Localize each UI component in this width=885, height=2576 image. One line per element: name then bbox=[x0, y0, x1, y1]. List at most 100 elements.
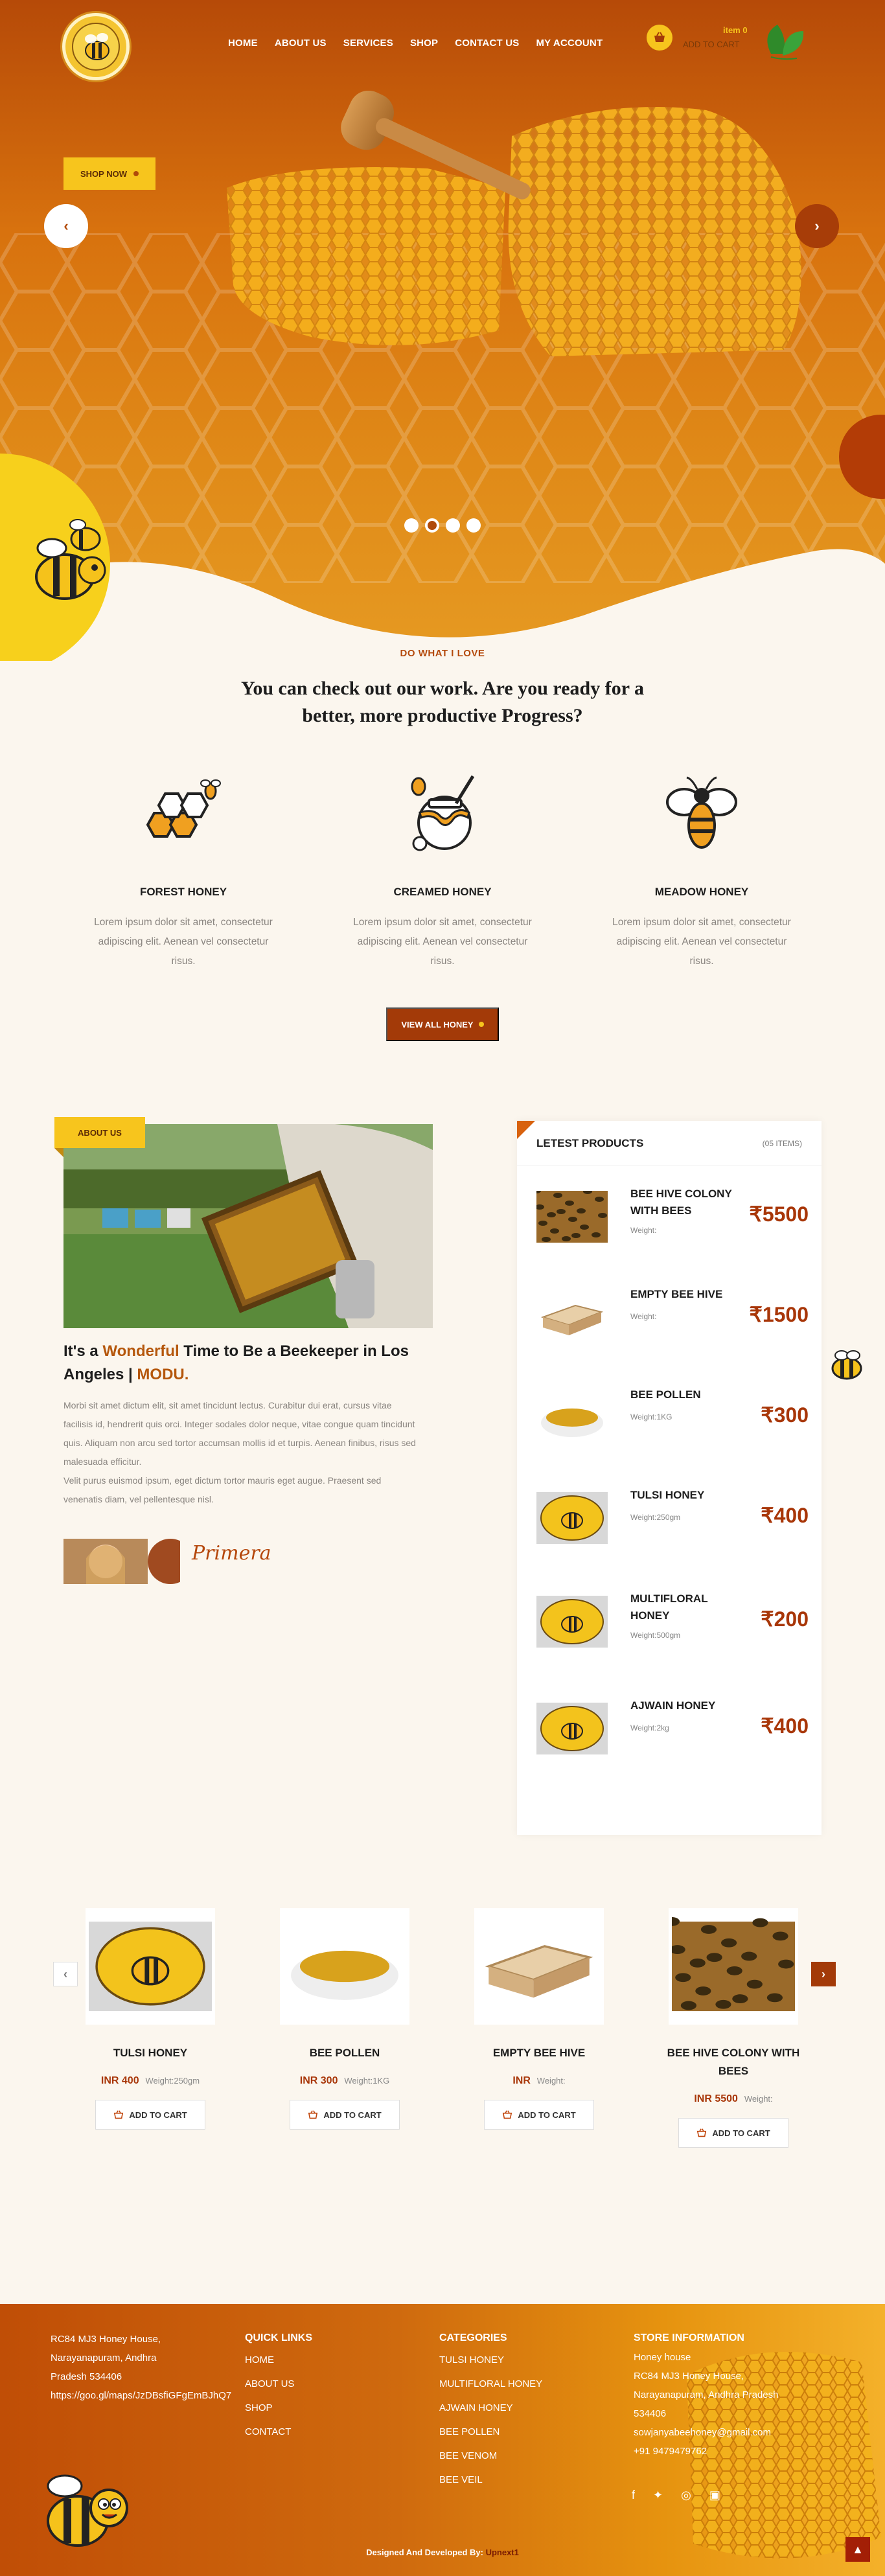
product-price-line: INR 300 Weight:1KG bbox=[264, 2075, 426, 2087]
developer-link[interactable]: Upnext1 bbox=[486, 2547, 519, 2557]
footer-category-link[interactable]: BEE VENOM bbox=[439, 2444, 542, 2468]
view-all-label: VIEW ALL HONEY bbox=[401, 1019, 474, 1029]
footer-link-contact[interactable]: CONTACT bbox=[245, 2420, 312, 2444]
carousel-prev-button[interactable]: ‹ bbox=[53, 1962, 78, 1986]
panel-corner-accent bbox=[517, 1121, 535, 1139]
instagram-icon[interactable]: ◎ bbox=[681, 2489, 691, 2502]
slide-dot-1[interactable] bbox=[404, 518, 419, 533]
product-thumbnail[interactable] bbox=[536, 1392, 608, 1443]
product-thumbnail[interactable] bbox=[536, 1492, 608, 1544]
twitter-icon[interactable]: ✦ bbox=[653, 2489, 663, 2502]
product-price: INR bbox=[512, 2075, 531, 2086]
brand-logo[interactable] bbox=[62, 13, 130, 80]
store-name: Honey house bbox=[634, 2352, 691, 2363]
chevron-left-icon: ‹ bbox=[63, 1967, 67, 1981]
footer-address: RC84 MJ3 Honey House, Narayanapuram, And… bbox=[51, 2330, 231, 2405]
nav-contact-us[interactable]: CONTACT US bbox=[455, 38, 519, 49]
product-price: ₹5500 bbox=[749, 1202, 809, 1226]
add-to-cart-button[interactable]: ADD TO CART bbox=[484, 2100, 594, 2130]
view-all-honey-button[interactable]: VIEW ALL HONEY bbox=[386, 1007, 499, 1041]
product-name[interactable]: TULSI HONEY bbox=[630, 1487, 734, 1504]
mini-cart[interactable]: item 0 ADD TO CART bbox=[647, 23, 748, 52]
slide-dot-3[interactable] bbox=[446, 518, 460, 533]
footer-link-shop[interactable]: SHOP bbox=[245, 2396, 312, 2420]
latest-products-title: LETEST PRODUCTS bbox=[536, 1136, 644, 1149]
footer-store-information: STORE INFORMATION Honey house RC84 MJ3 H… bbox=[634, 2330, 778, 2461]
store-address: RC84 MJ3 Honey House, bbox=[634, 2371, 744, 2382]
latest-product-item[interactable]: MULTIFLORAL HONEY Weight:500gm ₹200 bbox=[536, 1584, 809, 1655]
product-name[interactable]: BEE POLLEN bbox=[630, 1386, 734, 1403]
footer-category-link[interactable]: BEE VEIL bbox=[439, 2468, 542, 2492]
product-name[interactable]: BEE HIVE COLONY WITH BEES bbox=[630, 1186, 734, 1219]
nav-services[interactable]: SERVICES bbox=[343, 38, 393, 49]
product-thumbnail[interactable] bbox=[536, 1596, 608, 1648]
product-image[interactable] bbox=[280, 1908, 409, 2025]
button-dot-icon bbox=[133, 171, 139, 176]
add-to-cart-button[interactable]: ADD TO CART bbox=[678, 2118, 788, 2148]
slide-dot-4[interactable] bbox=[466, 518, 481, 533]
basket-icon bbox=[503, 2110, 512, 2119]
about-title-brand: MODU. bbox=[137, 1366, 189, 1383]
slider-prev-button[interactable]: ‹ bbox=[44, 204, 88, 248]
slider-next-button[interactable]: › bbox=[795, 204, 839, 248]
latest-product-item[interactable]: AJWAIN HONEY Weight:2kg ₹400 bbox=[536, 1691, 809, 1762]
product-weight: Weight: bbox=[630, 1226, 657, 1235]
footer-credit: Designed And Developed By: Upnext1 bbox=[0, 2547, 885, 2557]
footer-category-link[interactable]: AJWAIN HONEY bbox=[439, 2396, 542, 2420]
product-image[interactable] bbox=[669, 1908, 798, 2025]
footer-category-link[interactable]: MULTIFLORAL HONEY bbox=[439, 2372, 542, 2396]
about-title: It's a Wonderful Time to Be a Beekeeper … bbox=[63, 1340, 426, 1386]
product-weight: Weight: bbox=[744, 2094, 773, 2104]
product-weight: Weight: bbox=[536, 2076, 566, 2086]
footer-link-about-us[interactable]: ABOUT US bbox=[245, 2372, 312, 2396]
product-name[interactable]: EMPTY BEE HIVE bbox=[630, 1286, 734, 1303]
site-footer: RC84 MJ3 Honey House, Narayanapuram, And… bbox=[0, 2304, 885, 2576]
product-price: ₹200 bbox=[761, 1607, 809, 1631]
slide-dot-2[interactable] bbox=[425, 518, 439, 533]
address-line: RC84 MJ3 Honey House, bbox=[51, 2334, 161, 2345]
latest-product-item[interactable]: BEE POLLEN Weight:1KG ₹300 bbox=[536, 1380, 809, 1451]
map-link[interactable]: https://goo.gl/maps/JzDBsfiGFgEmBJhQ7 bbox=[51, 2386, 231, 2405]
footer-category-link[interactable]: TULSI HONEY bbox=[439, 2348, 542, 2372]
scroll-to-top-button[interactable]: ▲ bbox=[845, 2537, 870, 2562]
product-weight: Weight:1KG bbox=[344, 2076, 390, 2086]
nav-home[interactable]: HOME bbox=[228, 38, 258, 49]
about-paragraph-1: Morbi sit amet dictum elit, sit amet tin… bbox=[63, 1400, 416, 1467]
store-email[interactable]: sowjanyabeehoney@gmail.com bbox=[634, 2423, 778, 2442]
product-image[interactable] bbox=[86, 1908, 215, 2025]
facebook-icon[interactable]: f bbox=[632, 2489, 635, 2502]
add-to-cart-button[interactable]: ADD TO CART bbox=[95, 2100, 205, 2130]
product-thumbnail[interactable] bbox=[536, 1291, 608, 1343]
add-to-cart-button[interactable]: ADD TO CART bbox=[290, 2100, 400, 2130]
basket-icon[interactable] bbox=[647, 25, 672, 51]
product-thumbnail[interactable] bbox=[536, 1703, 608, 1754]
service-card-creamed-honey: CREAMED HONEY Lorem ipsum dolor sit amet… bbox=[345, 768, 540, 971]
latest-product-item[interactable]: BEE HIVE COLONY WITH BEES Weight: ₹5500 bbox=[536, 1179, 809, 1250]
store-address: Narayanapuram, Andhra Pradesh bbox=[634, 2389, 779, 2400]
latest-product-item[interactable]: EMPTY BEE HIVE Weight: ₹1500 bbox=[536, 1280, 809, 1351]
store-phone[interactable]: +91 9479479762 bbox=[634, 2442, 778, 2461]
cart-label[interactable]: ADD TO CART bbox=[683, 38, 748, 52]
address-line: Narayanapuram, Andhra bbox=[51, 2352, 157, 2363]
product-name[interactable]: EMPTY BEE HIVE bbox=[458, 2044, 620, 2062]
product-thumbnail[interactable] bbox=[536, 1191, 608, 1243]
footer-category-link[interactable]: BEE POLLEN bbox=[439, 2420, 542, 2444]
nav-shop[interactable]: SHOP bbox=[410, 38, 438, 49]
footer-link-home[interactable]: HOME bbox=[245, 2348, 312, 2372]
nav-about-us[interactable]: ABOUT US bbox=[275, 38, 327, 49]
latest-product-item[interactable]: TULSI HONEY Weight:250gm ₹400 bbox=[536, 1480, 809, 1552]
youtube-icon[interactable]: ▣ bbox=[709, 2489, 720, 2502]
product-name[interactable]: BEE POLLEN bbox=[264, 2044, 426, 2062]
product-card: BEE HIVE COLONY WITH BEES INR 5500 Weigh… bbox=[652, 1908, 814, 2148]
product-name[interactable]: TULSI HONEY bbox=[69, 2044, 231, 2062]
carousel-next-button[interactable]: › bbox=[811, 1962, 836, 1986]
honeycomb-bee-icon bbox=[138, 768, 229, 858]
basket-icon bbox=[114, 2110, 124, 2119]
bee-icon bbox=[656, 768, 747, 858]
product-image[interactable] bbox=[474, 1908, 604, 2025]
product-name[interactable]: MULTIFLORAL HONEY bbox=[630, 1591, 734, 1624]
shop-now-button[interactable]: SHOP NOW bbox=[63, 157, 155, 190]
nav-my-account[interactable]: MY ACCOUNT bbox=[536, 38, 603, 49]
product-name[interactable]: AJWAIN HONEY bbox=[630, 1697, 734, 1714]
product-name[interactable]: BEE HIVE COLONY WITH BEES bbox=[652, 2044, 814, 2080]
